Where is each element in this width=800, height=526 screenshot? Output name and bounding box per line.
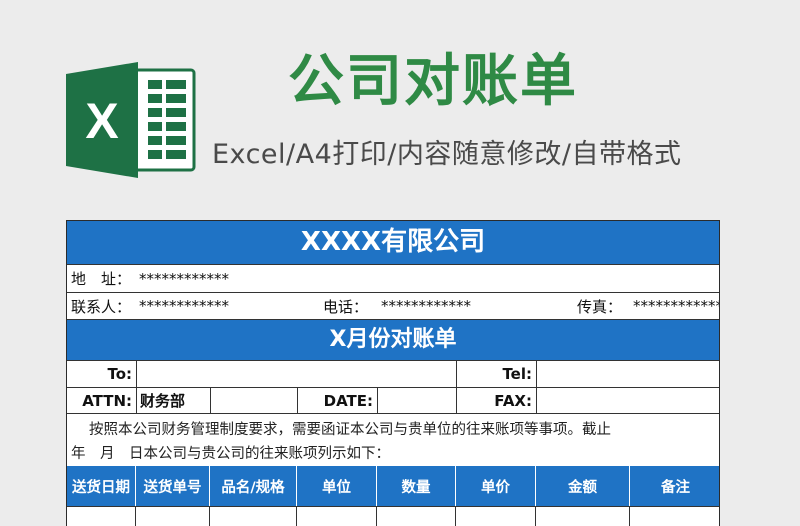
address-label: 地 址： xyxy=(71,270,132,288)
company-name: XXXX有限公司 xyxy=(67,221,719,264)
table-cell[interactable] xyxy=(297,507,377,526)
column-header: 数量 xyxy=(377,466,456,506)
statement-sheet: XXXX有限公司 地 址： ************ 联系人： ********… xyxy=(66,220,720,526)
intro-line-1: 按照本公司财务管理制度要求，需要函证本公司与贵单位的往来账项等事项。截止 xyxy=(89,422,611,438)
column-header: 单位 xyxy=(297,466,377,506)
date-label: DATE: xyxy=(323,391,373,410)
logo-letter: X xyxy=(85,93,118,149)
contact-label: 联系人： xyxy=(71,297,132,316)
intro-text: 按照本公司财务管理制度要求，需要函证本公司与贵单位的往来账项等事项。截止 年 月… xyxy=(67,414,719,466)
table-cell[interactable] xyxy=(456,507,536,526)
contact-row: 联系人： ************ 电话： ************ 传真： *… xyxy=(67,292,719,320)
table-cell[interactable] xyxy=(210,507,297,526)
intro-line-2: 年 月 日本公司与贵公司的往来账项列示如下： xyxy=(71,446,390,462)
month-title: X月份对账单 xyxy=(67,320,719,360)
attn-value: 财务部 xyxy=(140,392,186,410)
table-cell[interactable] xyxy=(136,507,210,526)
fax2-label: FAX: xyxy=(494,391,532,410)
table-cell[interactable] xyxy=(630,507,719,526)
address-value: ************ xyxy=(139,269,229,288)
table-cell[interactable] xyxy=(536,507,630,526)
attn-row: ATTN: 财务部 DATE: FAX: xyxy=(67,387,719,414)
column-header: 送货日期 xyxy=(67,466,136,506)
address-row: 地 址： ************ xyxy=(67,264,719,292)
column-header: 备注 xyxy=(661,479,690,496)
table-cell[interactable] xyxy=(377,507,456,526)
to-label: To: xyxy=(107,365,132,383)
fax-value: ************ xyxy=(633,297,720,315)
attn-label: ATTN: xyxy=(82,391,132,410)
column-header: 品名/规格 xyxy=(210,466,297,506)
phone-label: 电话： xyxy=(323,297,369,316)
table-header: 送货日期 送货单号 品名/规格 单位 数量 单价 金额 备注 xyxy=(67,466,719,506)
column-header: 单价 xyxy=(456,466,536,506)
table-row xyxy=(67,506,719,526)
to-row: To: Tel: xyxy=(67,360,719,387)
phone-value: ************ xyxy=(381,297,471,315)
column-header: 金额 xyxy=(536,466,630,506)
table-cell[interactable] xyxy=(67,507,136,526)
page-subtitle: Excel/A4打印/内容随意修改/自带格式 xyxy=(212,139,682,170)
column-header: 送货单号 xyxy=(136,466,210,506)
page-title: 公司对账单 xyxy=(288,49,578,114)
fax-label: 传真： xyxy=(577,297,623,316)
excel-logo-icon: X xyxy=(64,60,198,180)
tel-label: Tel: xyxy=(502,365,532,383)
contact-value: ************ xyxy=(139,297,229,315)
